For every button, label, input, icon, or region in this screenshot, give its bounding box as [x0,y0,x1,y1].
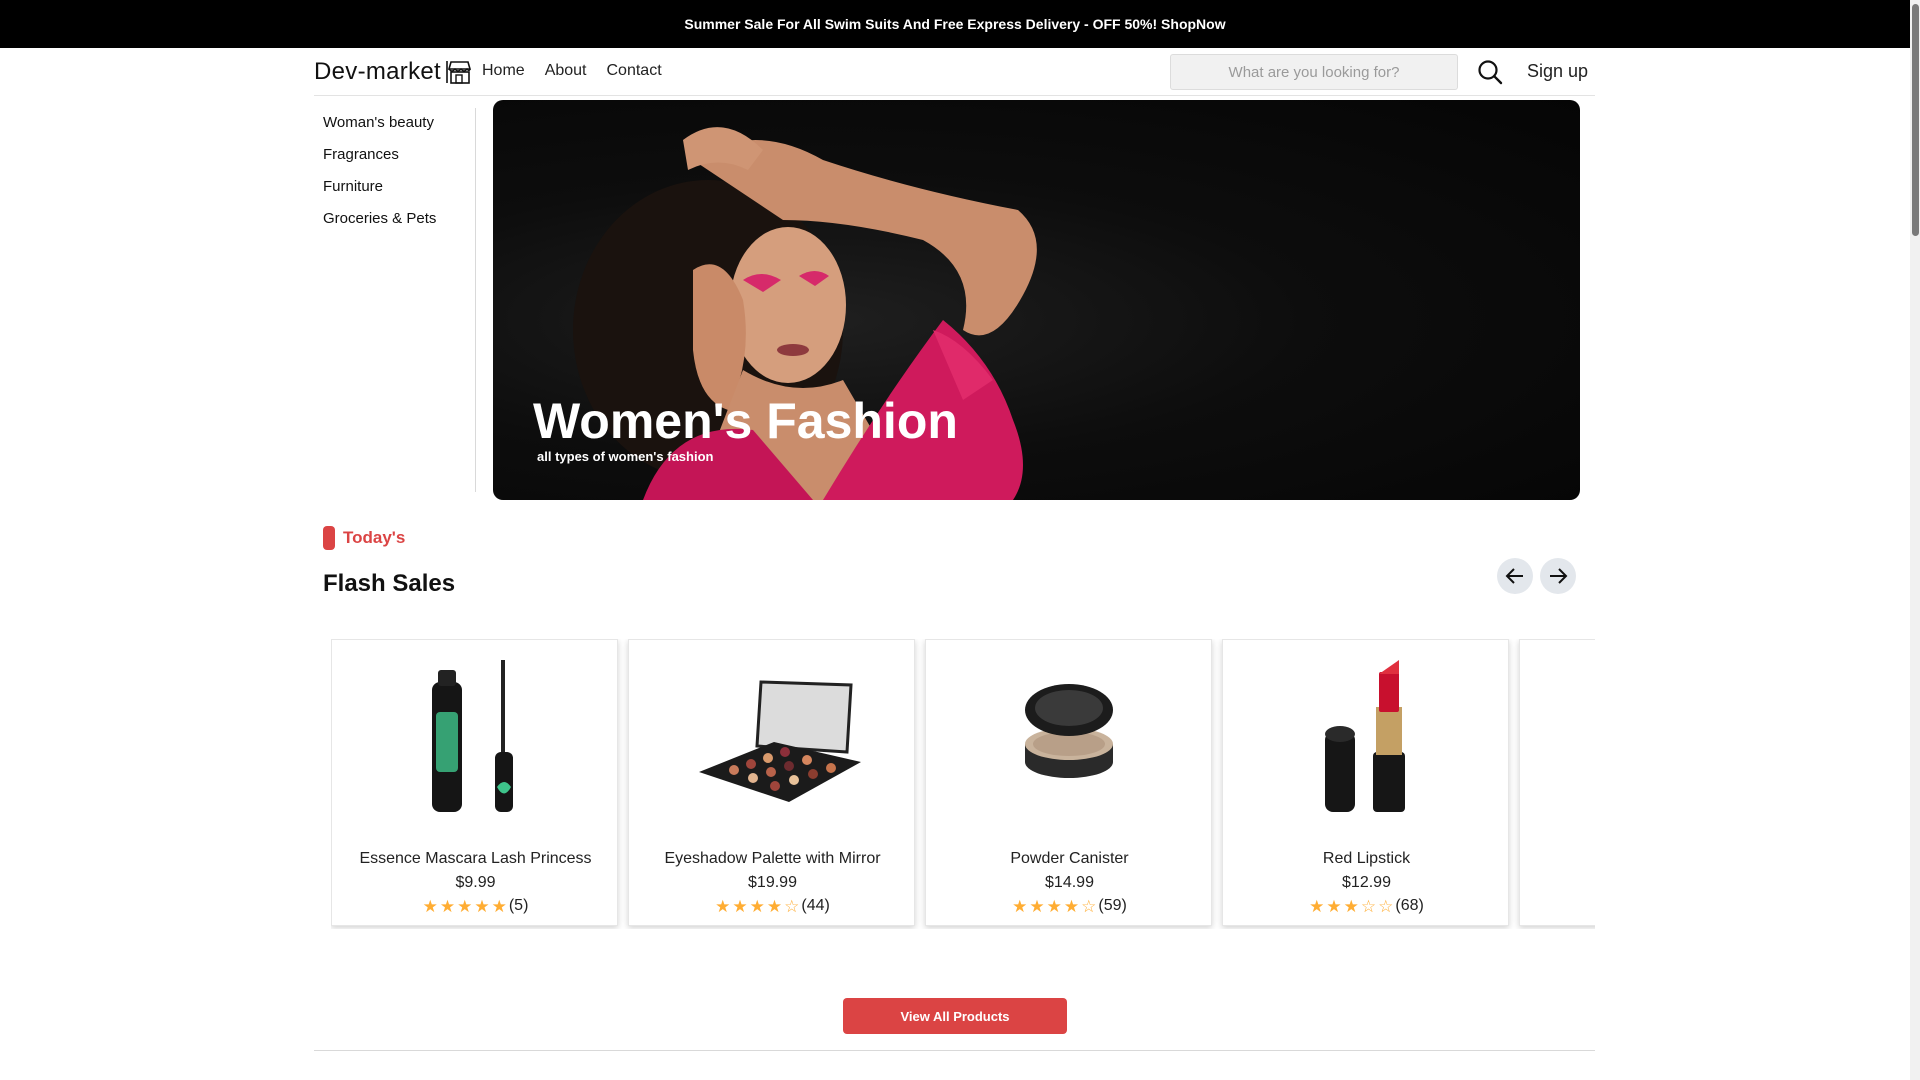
product-rating: ★ ★ ★ ★ ☆ (59) [926,897,1213,915]
product-rating: ★ ★ ★ ☆ ☆ (68) [1223,897,1510,915]
product-card[interactable]: Eyeshadow Palette with Mirror $19.99 ★ ★… [628,639,915,926]
product-price: $19.99 [748,874,797,891]
product-card[interactable]: Red Lipstick $12.99 ★ ★ ★ ☆ ☆ (68) [1222,639,1509,926]
main-nav: Home About Contact [482,62,662,80]
star-filled-icon: ★ [1063,896,1080,916]
star-filled-icon: ★ [439,896,456,916]
lipstick-icon [1325,660,1405,812]
star-filled-icon: ★ [1326,896,1342,916]
arrow-left-icon [1505,568,1523,584]
review-count: (59) [1098,897,1127,914]
nav-contact[interactable]: Contact [607,62,662,80]
product-name: Eyeshadow Palette with Mirror [664,850,881,867]
flash-sale-carousel: Essence Mascara Lash Princess $9.99 ★ ★ … [331,639,1595,929]
signup-link[interactable]: Sign up [1527,61,1588,82]
nav-about[interactable]: About [545,62,587,80]
star-empty-icon: ☆ [784,896,800,916]
storefront-icon [446,61,472,84]
star-filled-icon: ★ [422,896,438,916]
star-filled-icon: ★ [1309,896,1325,916]
logo[interactable]: Dev-market [314,58,472,86]
page-scrollbar[interactable] [1910,0,1920,1080]
product-rating: ★ ★ ★ ★ ★ (5) [332,897,619,915]
section-tag-marker [323,526,335,550]
star-filled-icon: ★ [715,896,731,916]
star-filled-icon: ★ [749,896,765,916]
search-input[interactable] [1170,54,1458,90]
section-tag-label: Today's [343,528,406,547]
product-card[interactable]: Powder Canister $14.99 ★ ★ ★ ★ ☆ (59) [925,639,1212,926]
star-filled-icon: ★ [732,896,748,916]
product-name: Powder Canister [1010,850,1129,867]
product-card-partial[interactable] [1519,639,1595,926]
star-filled-icon: ★ [1046,896,1062,916]
star-filled-icon: ★ [766,896,783,916]
product-name: Essence Mascara Lash Princess [359,850,592,867]
arrow-right-icon [1550,568,1568,584]
category-fragrances[interactable]: Fragrances [323,146,399,163]
eyeshadow-palette-icon [699,680,861,802]
star-empty-icon: ☆ [1378,896,1394,916]
category-furniture[interactable]: Furniture [323,178,383,195]
site-header: Dev-market Home About Contact Sign up [314,48,1595,96]
star-filled-icon: ★ [1029,896,1045,916]
search-icon[interactable] [1476,58,1504,86]
carousel-prev-button[interactable] [1497,558,1533,594]
product-rating: ★ ★ ★ ★ ☆ (44) [629,897,916,915]
product-price: $12.99 [1342,874,1391,891]
star-filled-icon: ★ [1012,896,1028,916]
review-count: (44) [801,897,830,914]
product-card[interactable]: Essence Mascara Lash Princess $9.99 ★ ★ … [331,639,618,926]
star-empty-icon: ☆ [1360,896,1377,916]
category-sidebar: Woman's beauty Fragrances Furniture Groc… [314,108,476,492]
hero-title: Women's Fashion [533,393,958,449]
carousel-next-button[interactable] [1540,558,1576,594]
hero-banner[interactable]: Women's Fashion all types of women's fas… [493,100,1580,500]
product-price: $9.99 [455,874,496,891]
view-all-products-button[interactable]: View All Products [843,998,1067,1034]
category-womans-beauty[interactable]: Woman's beauty [323,114,434,131]
promo-banner-text[interactable]: Summer Sale For All Swim Suits And Free … [684,16,1225,32]
category-groceries-pets[interactable]: Groceries & Pets [323,210,436,227]
review-count: (68) [1395,897,1424,914]
scrollbar-thumb[interactable] [1912,4,1919,236]
star-filled-icon: ★ [491,896,507,916]
section-divider [314,1050,1595,1051]
product-price: $14.99 [1045,874,1094,891]
mascara-icon [432,660,513,812]
promo-banner: Summer Sale For All Swim Suits And Free … [0,0,1910,48]
section-title: Flash Sales [323,570,456,597]
star-filled-icon: ★ [457,896,473,916]
nav-home[interactable]: Home [482,62,525,80]
star-empty-icon: ☆ [1081,896,1097,916]
star-filled-icon: ★ [474,896,490,916]
star-filled-icon: ★ [1343,896,1359,916]
section-tag: Today's [323,526,405,550]
product-name: Red Lipstick [1322,850,1411,867]
review-count: (5) [508,897,529,914]
powder-canister-icon [1025,684,1113,778]
logo-text: Dev-market [314,58,442,85]
hero-subtitle: all types of women's fashion [537,449,714,464]
